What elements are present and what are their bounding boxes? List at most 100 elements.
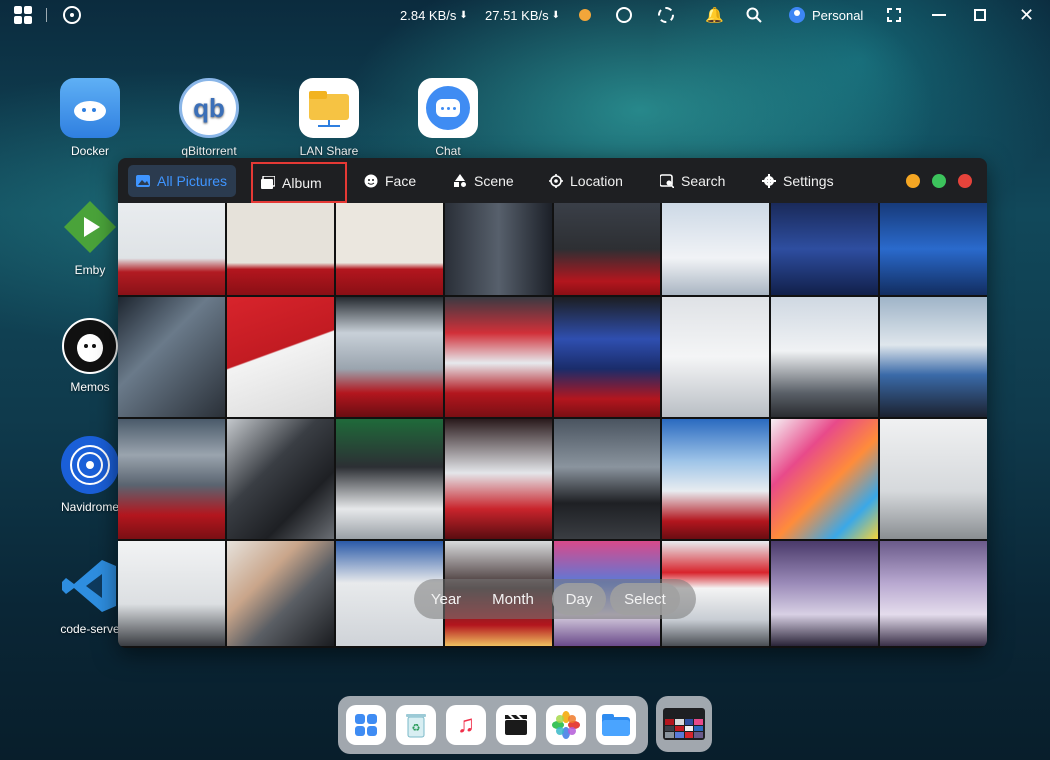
photo-thumbnail[interactable]	[335, 419, 443, 539]
view-day-button[interactable]: Day	[552, 583, 606, 615]
desktop-icon-docker[interactable]: Docker	[50, 78, 130, 158]
avatar	[789, 7, 805, 23]
desktop-icon-chat[interactable]: Chat	[408, 78, 488, 158]
tab-label: All Pictures	[157, 173, 228, 189]
chat-icon	[418, 78, 478, 138]
divider	[46, 8, 47, 22]
view-year-button[interactable]: Year	[418, 583, 474, 615]
dock: ♻ ♫	[338, 696, 648, 754]
launcher-button[interactable]	[14, 0, 32, 30]
photo-thumbnail[interactable]	[226, 419, 334, 539]
photo-thumbnail[interactable]	[771, 541, 879, 646]
search-button[interactable]	[746, 0, 762, 30]
album-icon	[261, 176, 275, 190]
location-icon	[549, 174, 563, 188]
arrow-down-icon: ⬇	[459, 9, 468, 21]
photo-thumbnail[interactable]	[662, 203, 770, 295]
tab-album[interactable]: Album	[251, 162, 347, 203]
dock-launcher[interactable]	[346, 705, 386, 745]
desktop-icon-label: LAN Share	[299, 144, 359, 158]
minimize-button[interactable]	[932, 0, 946, 30]
tab-location[interactable]: Location	[541, 165, 631, 197]
photo-thumbnail[interactable]	[771, 419, 879, 539]
photo-thumbnail[interactable]	[226, 203, 334, 295]
photo-thumbnail[interactable]	[880, 203, 987, 295]
tab-label: Settings	[783, 173, 834, 189]
desktop-icon-label: Chat	[435, 144, 461, 158]
photo-thumbnail[interactable]	[771, 203, 879, 295]
photo-thumbnail[interactable]	[662, 297, 770, 417]
window-close-button[interactable]	[958, 174, 972, 188]
music-icon: ♫	[457, 711, 475, 738]
desktop-icon-label: qBittorrent	[181, 144, 237, 158]
minimize-icon	[932, 14, 946, 16]
image-search-icon	[660, 174, 674, 188]
photo-thumbnail[interactable]	[335, 203, 443, 295]
tab-all-pictures[interactable]: All Pictures	[128, 165, 236, 197]
window-minimize-button[interactable]	[906, 174, 920, 188]
navidrome-icon	[61, 436, 119, 494]
dock-recycle-bin[interactable]: ♻	[396, 705, 436, 745]
upload-speed: 27.51 KB/s ⬇	[485, 0, 560, 30]
notifications-button[interactable]: 🔔	[705, 0, 724, 30]
sync-button[interactable]	[616, 0, 632, 30]
emby-icon	[60, 197, 120, 257]
grid-icon	[14, 6, 32, 24]
select-button[interactable]: Select	[610, 583, 680, 615]
photo-thumbnail[interactable]	[553, 203, 661, 295]
vscode-icon	[60, 556, 120, 616]
top-bar: 2.84 KB/s ⬇ 27.51 KB/s ⬇ 🔔 Personal ✕	[0, 0, 1050, 30]
bell-icon: 🔔	[705, 7, 724, 24]
memos-icon	[62, 318, 118, 374]
desktop-icon-qbittorrent[interactable]: qb qBittorrent	[169, 78, 249, 158]
photo-thumbnail[interactable]	[335, 297, 443, 417]
photo-thumbnail[interactable]	[444, 203, 552, 295]
user-menu[interactable]: Personal	[789, 0, 863, 30]
dock-video[interactable]	[496, 705, 536, 745]
photo-thumbnail[interactable]	[444, 297, 552, 417]
dock-photos[interactable]	[546, 705, 586, 745]
photo-thumbnail[interactable]	[226, 541, 334, 646]
dock-music[interactable]: ♫	[446, 705, 486, 745]
download-speed: 2.84 KB/s ⬇	[400, 0, 468, 30]
photo-thumbnail[interactable]	[118, 419, 225, 539]
desktop-icon-lan-share[interactable]: LAN Share	[289, 78, 369, 158]
view-mode-switcher: Year Month Day Select	[414, 579, 696, 619]
tab-search[interactable]: Search	[652, 165, 733, 197]
dock-files[interactable]	[596, 705, 636, 745]
tab-scene[interactable]: Scene	[445, 165, 522, 197]
photo-thumbnail[interactable]	[880, 541, 987, 646]
photo-thumbnail[interactable]	[880, 419, 987, 539]
photo-thumbnail[interactable]	[553, 297, 661, 417]
steering-wheel-icon	[63, 6, 81, 24]
qbittorrent-glyph: qb	[193, 92, 225, 123]
photo-thumbnail[interactable]	[118, 203, 225, 295]
arrow-down-icon: ⬇	[551, 9, 560, 21]
photo-thumbnail[interactable]	[226, 297, 334, 417]
status-button[interactable]	[579, 0, 591, 30]
gear-icon	[762, 174, 776, 188]
refresh-button[interactable]	[658, 0, 674, 30]
video-icon	[505, 715, 527, 735]
fullscreen-button[interactable]	[887, 0, 901, 30]
window-maximize-button[interactable]	[932, 174, 946, 188]
photo-thumbnail[interactable]	[880, 297, 987, 417]
photo-thumbnail[interactable]	[771, 297, 879, 417]
close-button[interactable]: ✕	[1019, 0, 1034, 30]
steering-wheel-button[interactable]	[63, 0, 81, 30]
photo-thumbnail[interactable]	[662, 419, 770, 539]
maximize-button[interactable]	[974, 0, 986, 30]
tab-settings[interactable]: Settings	[754, 165, 842, 197]
view-month-button[interactable]: Month	[474, 583, 552, 615]
photo-thumbnail[interactable]	[118, 541, 225, 646]
photos-window: All Pictures Album Face Scene Location S…	[118, 158, 987, 648]
lan-share-icon	[299, 78, 359, 138]
photo-thumbnail[interactable]	[118, 297, 225, 417]
face-icon	[364, 174, 378, 188]
dock-running-photos-window[interactable]	[656, 696, 712, 752]
photo-thumbnail[interactable]	[444, 419, 552, 539]
photo-thumbnail[interactable]	[553, 419, 661, 539]
qbittorrent-icon: qb	[179, 78, 239, 138]
tab-face[interactable]: Face	[356, 165, 424, 197]
tab-label: Album	[282, 174, 322, 191]
